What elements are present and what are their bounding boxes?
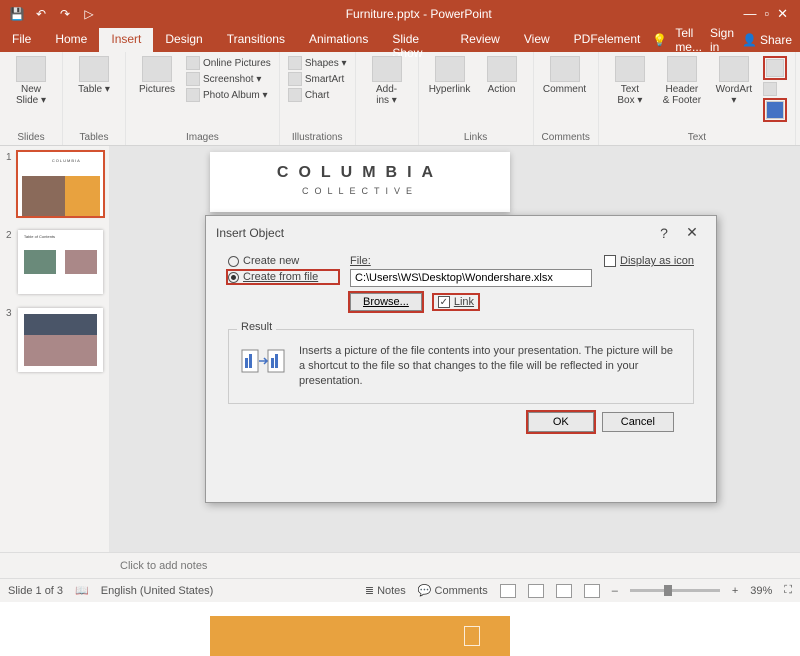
group-slides: New Slide ▾ Slides xyxy=(0,52,63,145)
comments-button[interactable]: 💬 Comments xyxy=(418,584,488,597)
zoom-percent[interactable]: 39% xyxy=(750,585,772,597)
wordart-button[interactable]: WordArt ▾ xyxy=(711,56,757,106)
notes-button[interactable]: ≣ Notes xyxy=(365,584,406,597)
file-path-input[interactable] xyxy=(350,269,592,287)
thumbnail-3[interactable] xyxy=(18,308,103,372)
result-icon xyxy=(241,344,285,378)
tab-pdfelement[interactable]: PDFelement xyxy=(562,28,653,52)
tab-view[interactable]: View xyxy=(512,28,562,52)
tab-home[interactable]: Home xyxy=(43,28,99,52)
tab-slideshow[interactable]: Slide Show xyxy=(380,28,448,52)
online-pictures-button[interactable]: Online Pictures xyxy=(186,56,271,70)
undo-icon[interactable]: ↶ xyxy=(32,5,50,23)
new-slide-button[interactable]: New Slide ▾ xyxy=(8,56,54,106)
file-label: File: xyxy=(350,255,592,267)
group-addins: Add- ins ▾ xyxy=(356,52,419,145)
quick-access-toolbar: 💾 ↶ ↷ ▷ xyxy=(0,5,106,23)
dialog-close-button[interactable]: ✕ xyxy=(678,224,706,241)
radio-create-new[interactable]: Create new xyxy=(228,255,338,267)
comment-button[interactable]: Comment xyxy=(542,56,588,95)
tell-me-button[interactable]: Tell me... xyxy=(675,26,702,54)
close-button[interactable]: ✕ xyxy=(777,6,788,22)
dialog-help-button[interactable]: ? xyxy=(650,225,678,241)
date-time-button[interactable] xyxy=(763,56,787,80)
textbox-button[interactable]: Text Box ▾ xyxy=(607,56,653,106)
slide-subtitle[interactable]: COLLECTIVE xyxy=(210,186,510,196)
reading-view-icon[interactable] xyxy=(556,584,572,598)
thumbnail-2[interactable]: Table of Contents xyxy=(18,230,103,294)
group-text: Text Box ▾ Header & Footer WordArt ▾ Tex… xyxy=(599,52,796,145)
table-button[interactable]: Table ▾ xyxy=(71,56,117,95)
chart-button[interactable]: Chart xyxy=(288,88,347,102)
smartart-button[interactable]: SmartArt xyxy=(288,72,347,86)
slide-number-button[interactable] xyxy=(763,82,787,96)
title-bar: 💾 ↶ ↷ ▷ Furniture.pptx - PowerPoint — ▫ … xyxy=(0,0,800,28)
shapes-button[interactable]: Shapes ▾ xyxy=(288,56,347,70)
window-title: Furniture.pptx - PowerPoint xyxy=(106,7,731,21)
tab-animations[interactable]: Animations xyxy=(297,28,380,52)
save-icon[interactable]: 💾 xyxy=(8,5,26,23)
pictures-button[interactable]: Pictures xyxy=(134,56,180,95)
display-as-icon-checkbox[interactable]: Display as icon xyxy=(604,255,694,267)
sign-in-button[interactable]: Sign in xyxy=(710,26,734,54)
ribbon: New Slide ▾ Slides Table ▾ Tables Pictur… xyxy=(0,52,800,146)
zoom-in-button[interactable]: + xyxy=(732,585,738,597)
language-button[interactable]: English (United States) xyxy=(101,585,214,597)
browse-button[interactable]: Browse... xyxy=(350,293,422,311)
photo-album-button[interactable]: Photo Album ▾ xyxy=(186,88,271,102)
group-links: Hyperlink Action Links xyxy=(419,52,534,145)
link-checkbox[interactable]: ✓Link xyxy=(434,295,478,309)
screenshot-button[interactable]: Screenshot ▾ xyxy=(186,72,271,86)
start-slideshow-icon[interactable]: ▷ xyxy=(80,5,98,23)
notes-pane[interactable]: Click to add notes xyxy=(0,552,800,578)
menu-bar: File Home Insert Design Transitions Anim… xyxy=(0,28,800,52)
normal-view-icon[interactable] xyxy=(500,584,516,598)
cancel-button[interactable]: Cancel xyxy=(602,412,674,432)
action-button[interactable]: Action xyxy=(479,56,525,95)
zoom-slider[interactable] xyxy=(630,589,720,592)
group-illustrations: Shapes ▾ SmartArt Chart Illustrations xyxy=(280,52,356,145)
slideshow-view-icon[interactable] xyxy=(584,584,600,598)
hyperlink-button[interactable]: Hyperlink xyxy=(427,56,473,95)
result-text: Inserts a picture of the file contents i… xyxy=(299,344,681,389)
lightbulb-icon: 💡 xyxy=(652,33,667,47)
group-tables: Table ▾ Tables xyxy=(63,52,126,145)
slide-preview: COLUMBIA COLLECTIVE xyxy=(210,152,510,212)
sorter-view-icon[interactable] xyxy=(528,584,544,598)
group-comments: Comment Comments xyxy=(534,52,599,145)
slide-counter: Slide 1 of 3 xyxy=(8,585,63,597)
insert-object-dialog: Insert Object ? ✕ Create new Create from… xyxy=(205,215,717,503)
tab-file[interactable]: File xyxy=(0,28,43,52)
slide-thumbnails-panel: 1COLUMBIA 2Table of Contents 3 xyxy=(0,146,110,552)
addins-button[interactable]: Add- ins ▾ xyxy=(364,56,410,106)
tab-design[interactable]: Design xyxy=(153,28,214,52)
zoom-out-button[interactable]: – xyxy=(612,585,618,597)
radio-create-from-file[interactable]: Create from file xyxy=(228,271,338,283)
minimize-button[interactable]: — xyxy=(743,6,756,22)
share-button[interactable]: 👤Share xyxy=(742,33,792,47)
fit-to-window-icon[interactable]: ⛶ xyxy=(784,584,792,597)
group-images: Pictures Online Pictures Screenshot ▾ Ph… xyxy=(126,52,280,145)
group-symbols: ΩSymbols ▾ xyxy=(796,52,800,145)
slide-content-bottom xyxy=(210,616,510,656)
tab-transitions[interactable]: Transitions xyxy=(215,28,297,52)
thumbnail-1[interactable]: COLUMBIA xyxy=(18,152,103,216)
tab-review[interactable]: Review xyxy=(449,28,512,52)
ok-button[interactable]: OK xyxy=(528,412,594,432)
result-panel: Result Inserts a picture of the file con… xyxy=(228,329,694,404)
spell-check-icon[interactable]: 📖 xyxy=(75,584,89,597)
dialog-title: Insert Object xyxy=(216,226,650,240)
restore-button[interactable]: ▫ xyxy=(764,6,769,22)
tab-insert[interactable]: Insert xyxy=(99,28,153,52)
object-button[interactable] xyxy=(763,98,787,122)
header-footer-button[interactable]: Header & Footer xyxy=(659,56,705,106)
redo-icon[interactable]: ↷ xyxy=(56,5,74,23)
slide-title[interactable]: COLUMBIA xyxy=(210,164,510,182)
